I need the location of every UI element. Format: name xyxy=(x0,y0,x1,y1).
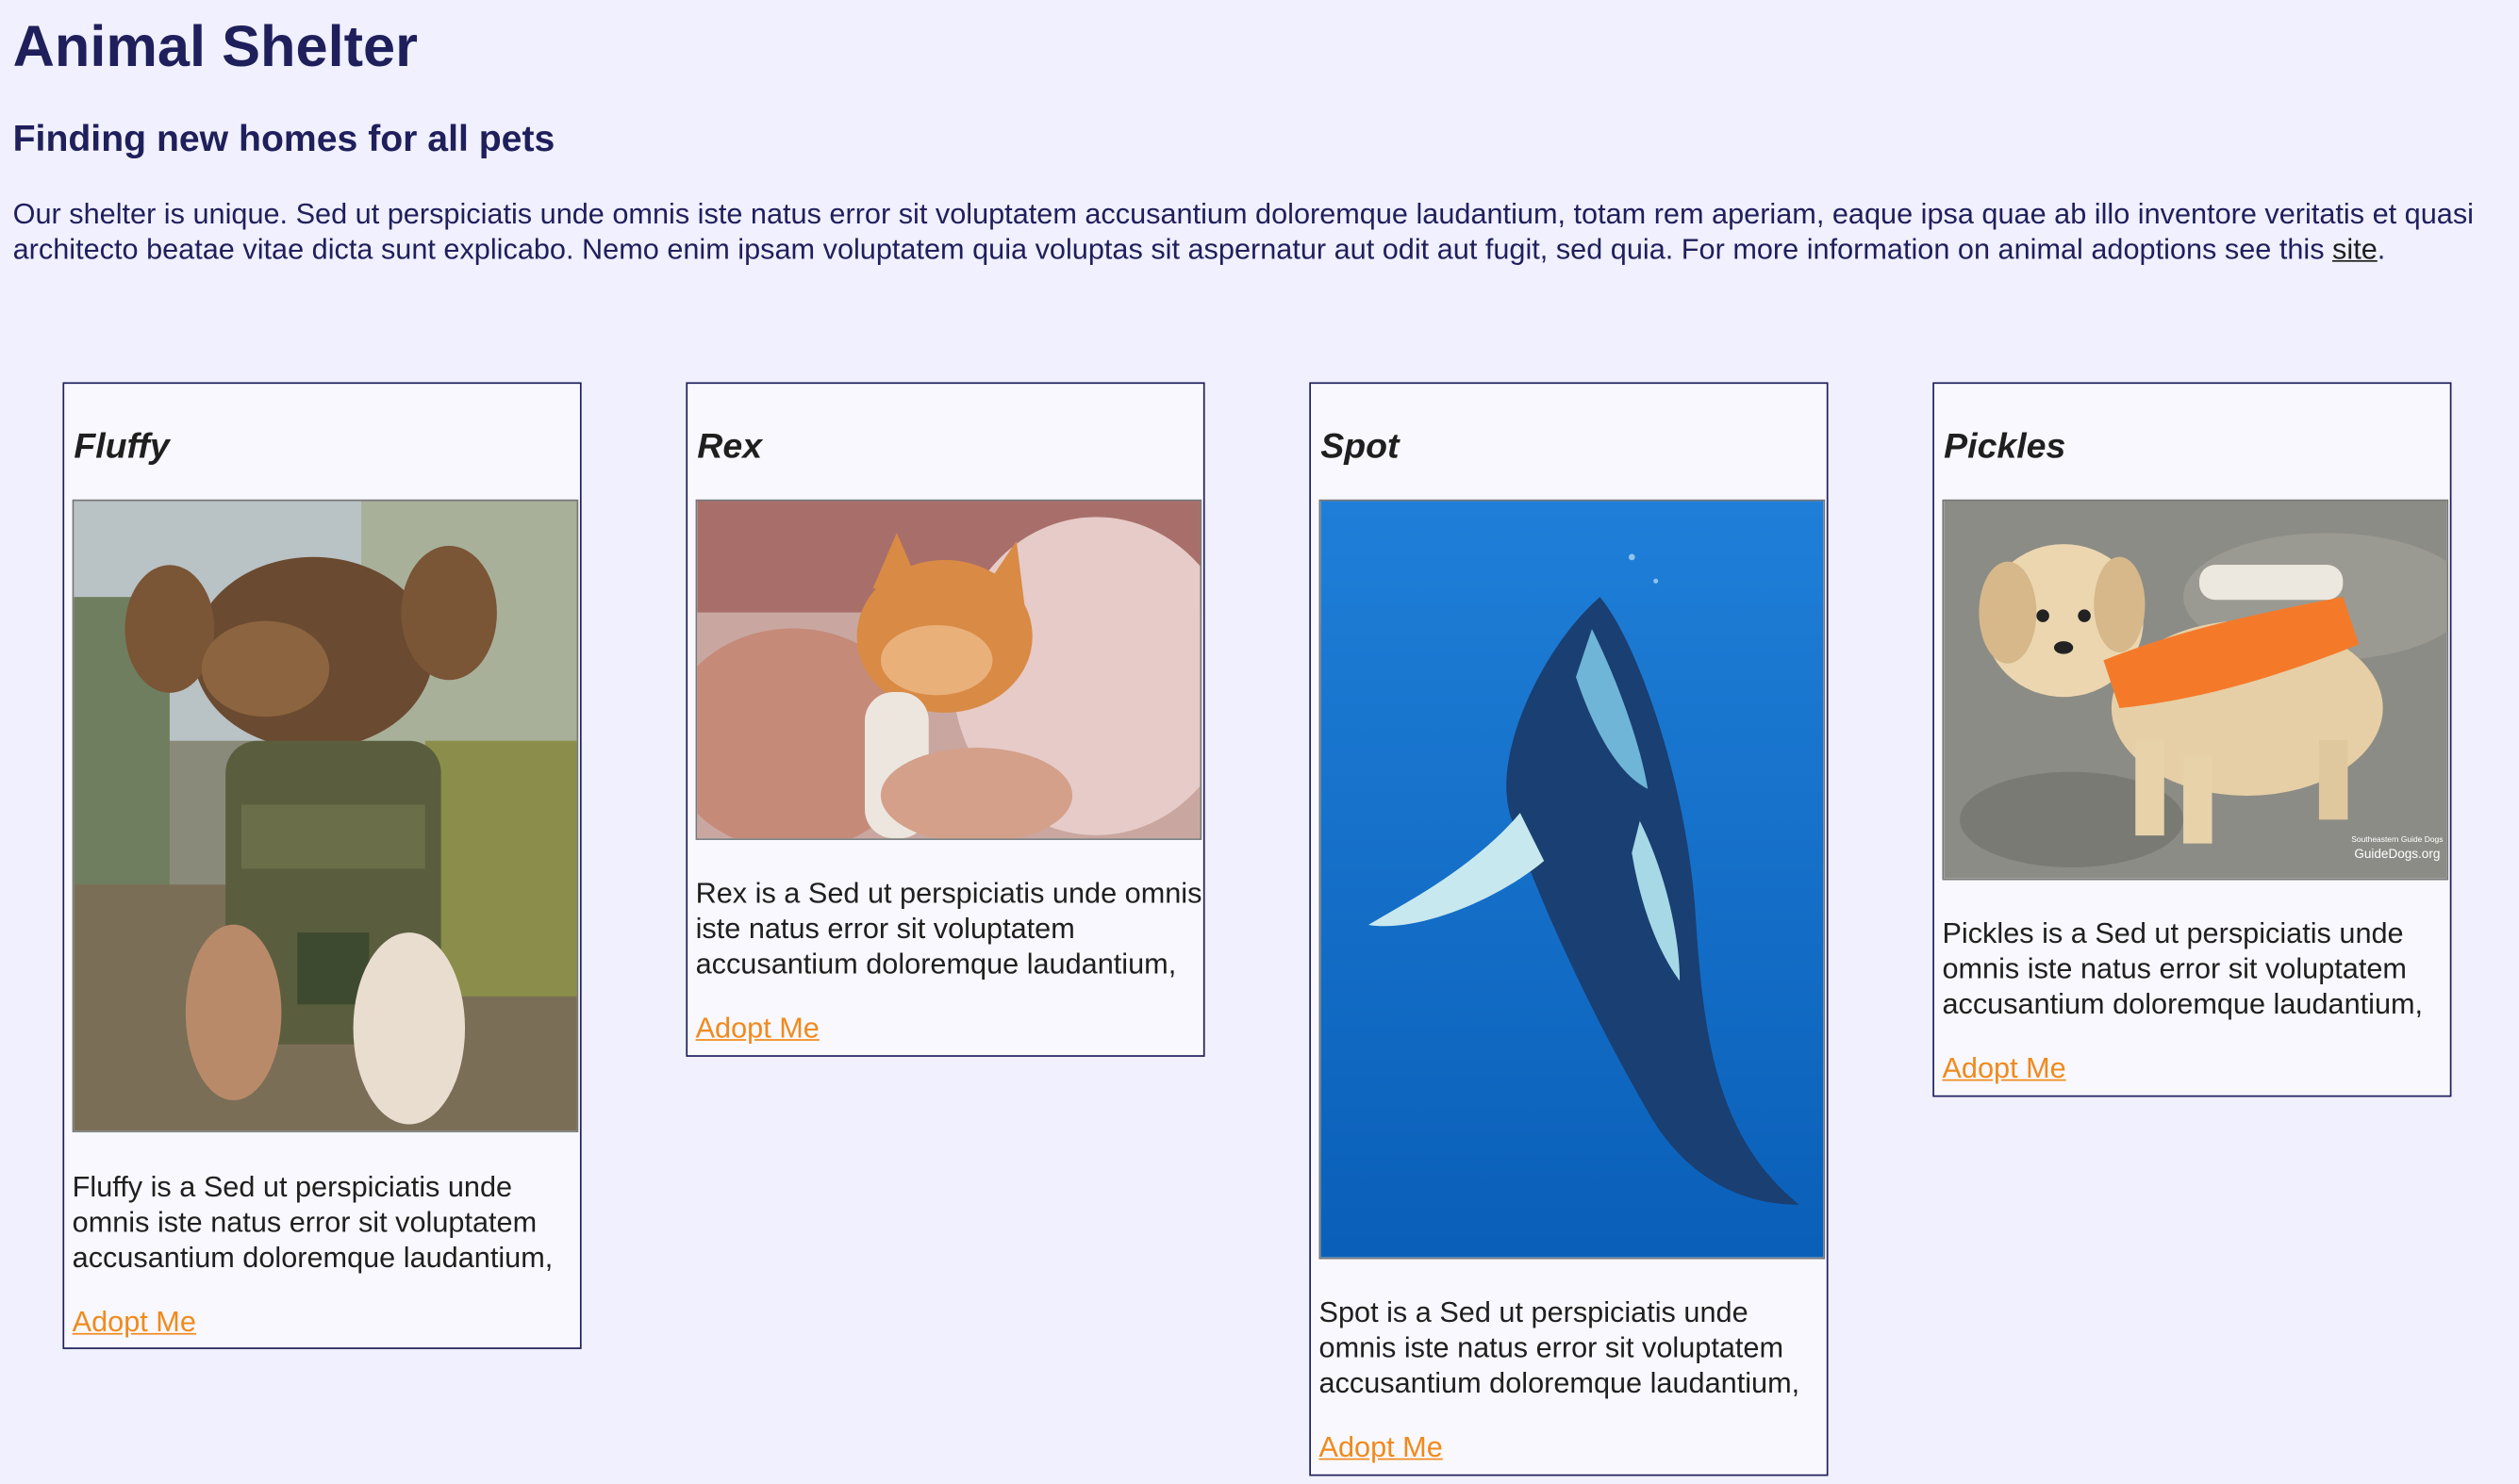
pet-name: Pickles xyxy=(1944,425,2066,467)
labrador-puppy-photo: Southeastern Guide Dogs GuideDogs.org xyxy=(1942,499,2449,881)
page-title: Animal Shelter xyxy=(12,12,419,79)
pet-card-pickles: Pickles Southeastern Guide Dogs GuideDog… xyxy=(1932,382,2452,1097)
pet-description: Pickles is a Sed ut perspiciatis unde om… xyxy=(1942,916,2424,1020)
adopt-me-link[interactable]: Adopt Me xyxy=(696,1010,820,1045)
info-site-link[interactable]: site xyxy=(2332,233,2378,265)
pet-description: Fluffy is a Sed ut perspiciatis unde omn… xyxy=(72,1170,554,1274)
adopt-me-link[interactable]: Adopt Me xyxy=(73,1304,196,1339)
chihuahua-in-vest-photo xyxy=(72,499,579,1132)
pet-card-rex: Rex Rex is a Sed ut perspiciatis unde om… xyxy=(686,382,1205,1057)
intro-trailing: . xyxy=(2377,233,2386,266)
page-subtitle: Finding new homes for all pets xyxy=(12,117,555,159)
intro-paragraph: Our shelter is unique. Sed ut perspiciat… xyxy=(13,196,2513,267)
adopt-me-link[interactable]: Adopt Me xyxy=(1942,1050,2065,1085)
photo-watermark: Southeastern Guide Dogs xyxy=(2351,834,2443,844)
page: Animal Shelter Finding new homes for all… xyxy=(0,0,2519,1484)
kitten-bottle-feeding-photo xyxy=(695,499,1202,840)
pet-description: Spot is a Sed ut perspiciatis unde omnis… xyxy=(1318,1295,1800,1399)
intro-text: Our shelter is unique. Sed ut perspiciat… xyxy=(12,197,2474,266)
pet-name: Fluffy xyxy=(74,425,170,467)
humpback-whale-photo xyxy=(1318,499,1826,1260)
pet-name: Spot xyxy=(1320,425,1400,467)
pet-card-fluffy: Fluffy Fluffy is a Sed ut perspiciatis u… xyxy=(62,382,582,1349)
pet-description: Rex is a Sed ut perspiciatis unde omnis … xyxy=(695,877,1202,981)
adopt-me-link[interactable]: Adopt Me xyxy=(1319,1429,1443,1464)
pet-name: Rex xyxy=(697,425,763,467)
pet-card-spot: Spot Spot is a Sed ut perspiciatis unde … xyxy=(1309,382,1829,1476)
photo-watermark-url: GuideDogs.org xyxy=(2354,847,2440,861)
